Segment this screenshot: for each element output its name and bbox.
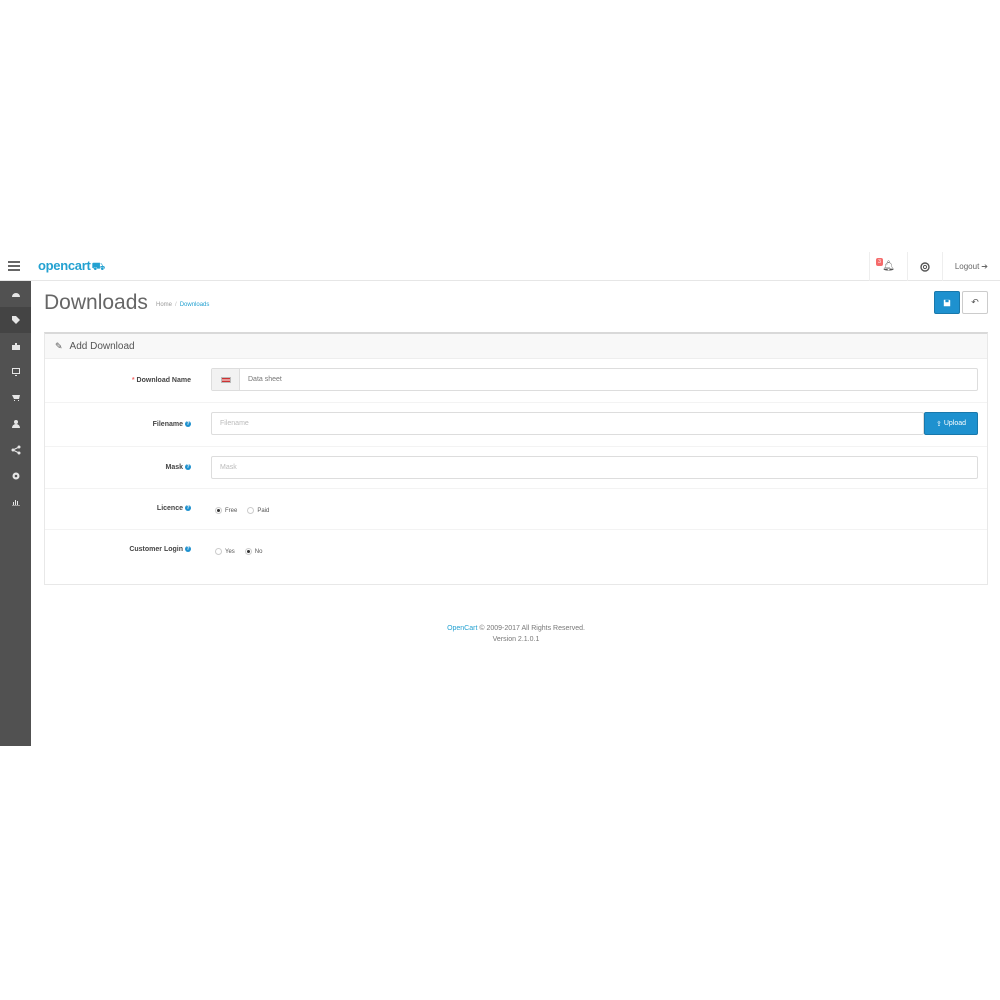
customer-login-yes-label: Yes bbox=[225, 548, 235, 555]
upload-button[interactable]: ⇪ Upload bbox=[924, 412, 978, 435]
radio-unchecked[interactable] bbox=[247, 507, 255, 514]
cart-icon bbox=[11, 395, 20, 401]
download-name-input[interactable]: Data sheet bbox=[211, 368, 978, 391]
sidebar-item-dashboard[interactable] bbox=[0, 281, 31, 307]
logout-button[interactable]: Logout ➔ bbox=[941, 252, 1000, 281]
footer-copyright: © 2009-2017 All Rights Reserved. bbox=[479, 625, 585, 632]
breadcrumb: Home / Downloads bbox=[156, 302, 209, 308]
footer-brand-link[interactable]: OpenCart bbox=[447, 625, 477, 632]
footer-copyright-line: OpenCart © 2009-2017 All Rights Reserved… bbox=[44, 623, 988, 634]
monitor-icon bbox=[11, 368, 20, 376]
save-button[interactable] bbox=[934, 291, 960, 314]
top-navbar: opencart⛟ 3 🔔︎ Logout ➔ bbox=[0, 252, 1000, 281]
life-ring-icon bbox=[920, 261, 930, 272]
breadcrumb-separator: / bbox=[175, 302, 177, 308]
sidebar-item-extensions[interactable] bbox=[0, 333, 31, 359]
sign-out-icon: ➔ bbox=[981, 262, 988, 271]
licence-label-text: Licence bbox=[156, 505, 183, 512]
cog-icon bbox=[12, 472, 19, 480]
help-button[interactable] bbox=[906, 252, 942, 281]
mask-row: Mask? Mask bbox=[45, 447, 987, 489]
footer-version: Version 2.1.0.1 bbox=[492, 636, 540, 643]
radio-unchecked[interactable] bbox=[215, 548, 222, 555]
logo-text[interactable]: opencart bbox=[38, 258, 91, 273]
customer-login-label-text: Customer Login bbox=[129, 546, 183, 553]
radio-checked[interactable] bbox=[215, 507, 222, 514]
mask-placeholder: Mask bbox=[220, 464, 237, 471]
notification-badge: 3 bbox=[876, 258, 883, 266]
customer-login-option-no[interactable]: No bbox=[244, 548, 263, 555]
filename-placeholder: Filename bbox=[220, 420, 249, 427]
customer-login-radio-group: Yes No bbox=[215, 548, 272, 555]
mask-label: Mask? bbox=[165, 464, 191, 471]
user-icon bbox=[11, 420, 20, 428]
help-icon[interactable]: ? bbox=[185, 546, 191, 553]
customer-login-row: Customer Login? Yes No bbox=[45, 530, 987, 572]
opencart-logo[interactable]: opencart⛟ bbox=[38, 258, 105, 275]
page-header: Downloads Home / Downloads ↶ bbox=[44, 281, 988, 323]
bell-icon: 🔔︎ bbox=[882, 261, 895, 272]
breadcrumb-home[interactable]: Home bbox=[156, 302, 172, 308]
share-icon bbox=[11, 445, 20, 455]
admin-app: opencart⛟ 3 🔔︎ Logout ➔ Downloads Home /… bbox=[0, 252, 1000, 746]
required-marker: * bbox=[131, 377, 135, 384]
back-button[interactable]: ↶ bbox=[962, 291, 988, 314]
bar-chart-icon bbox=[11, 500, 20, 506]
notifications-button[interactable]: 3 🔔︎ bbox=[869, 252, 907, 281]
pencil-icon: ✎ bbox=[55, 340, 63, 351]
licence-radio-group: Free Paid bbox=[215, 507, 279, 514]
top-right-menu: 3 🔔︎ Logout ➔ bbox=[869, 252, 1000, 281]
customer-login-option-yes[interactable]: Yes bbox=[215, 548, 235, 555]
sidebar-item-customers[interactable] bbox=[0, 411, 31, 437]
download-name-label-text: Download Name bbox=[136, 377, 191, 384]
customer-login-label: Customer Login? bbox=[129, 546, 191, 553]
licence-paid-label: Paid bbox=[257, 507, 270, 514]
help-icon[interactable]: ? bbox=[185, 464, 191, 471]
mask-input[interactable]: Mask bbox=[211, 456, 978, 479]
panel-heading: ✎ Add Download bbox=[45, 334, 987, 359]
main-content: Downloads Home / Downloads ↶ ✎ Add Downloa… bbox=[44, 281, 988, 643]
page-title: Downloads bbox=[44, 291, 148, 314]
filename-row: Filename? Filename ⇪ Upload bbox=[45, 403, 987, 447]
language-flag-icon bbox=[212, 369, 240, 390]
download-name-row: * Download Name Data sheet bbox=[45, 359, 987, 403]
mask-label-text: Mask bbox=[165, 464, 183, 471]
upload-label: Upload bbox=[943, 420, 967, 427]
sidebar-item-marketing[interactable] bbox=[0, 437, 31, 463]
licence-row: Licence? Free Paid bbox=[45, 489, 987, 530]
download-name-value: Data sheet bbox=[248, 376, 282, 383]
customer-login-no-label: No bbox=[254, 548, 263, 555]
filename-input[interactable]: Filename bbox=[211, 412, 924, 435]
puzzle-icon bbox=[11, 343, 20, 350]
dashboard-icon bbox=[11, 293, 20, 297]
sidebar-item-catalog[interactable] bbox=[0, 307, 31, 333]
logout-label: Logout bbox=[954, 262, 980, 271]
reply-icon: ↶ bbox=[971, 297, 979, 307]
tag-icon bbox=[11, 316, 20, 324]
licence-option-free[interactable]: Free bbox=[215, 507, 237, 514]
filename-label-text: Filename bbox=[152, 421, 183, 428]
sidebar-item-system[interactable] bbox=[0, 463, 31, 489]
footer: OpenCart © 2009-2017 All Rights Reserved… bbox=[44, 623, 988, 645]
menu-toggle-icon[interactable] bbox=[8, 261, 20, 271]
licence-free-label: Free bbox=[225, 507, 238, 514]
licence-option-paid[interactable]: Paid bbox=[247, 507, 269, 514]
sidebar-item-reports[interactable] bbox=[0, 489, 31, 515]
help-icon[interactable]: ? bbox=[185, 421, 191, 428]
download-name-label: * Download Name bbox=[132, 377, 191, 384]
breadcrumb-current[interactable]: Downloads bbox=[180, 302, 210, 308]
sidebar-item-sales[interactable] bbox=[0, 385, 31, 411]
filename-label: Filename? bbox=[153, 421, 191, 428]
add-download-panel: ✎ Add Download * Download Name Data sheet… bbox=[44, 332, 988, 585]
save-icon bbox=[943, 299, 951, 306]
radio-checked[interactable] bbox=[244, 548, 252, 555]
help-icon[interactable]: ? bbox=[185, 505, 191, 512]
sidebar bbox=[0, 281, 31, 746]
logo-cart-icon: ⛟ bbox=[91, 261, 106, 273]
upload-icon: ⇪ bbox=[935, 420, 942, 428]
licence-label: Licence? bbox=[157, 505, 191, 512]
panel-title: Add Download bbox=[69, 340, 135, 352]
sidebar-item-design[interactable] bbox=[0, 359, 31, 385]
